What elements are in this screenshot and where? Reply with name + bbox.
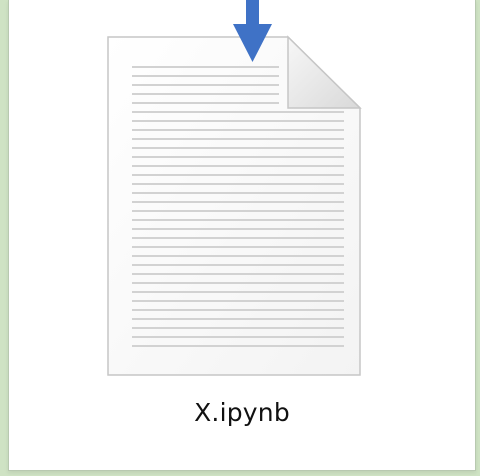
down-arrow-icon (233, 0, 272, 62)
file-name-label: X.ipynb (194, 398, 290, 427)
file-item[interactable]: X.ipynb (9, 0, 480, 476)
file-view-panel: X.ipynb (8, 0, 476, 471)
